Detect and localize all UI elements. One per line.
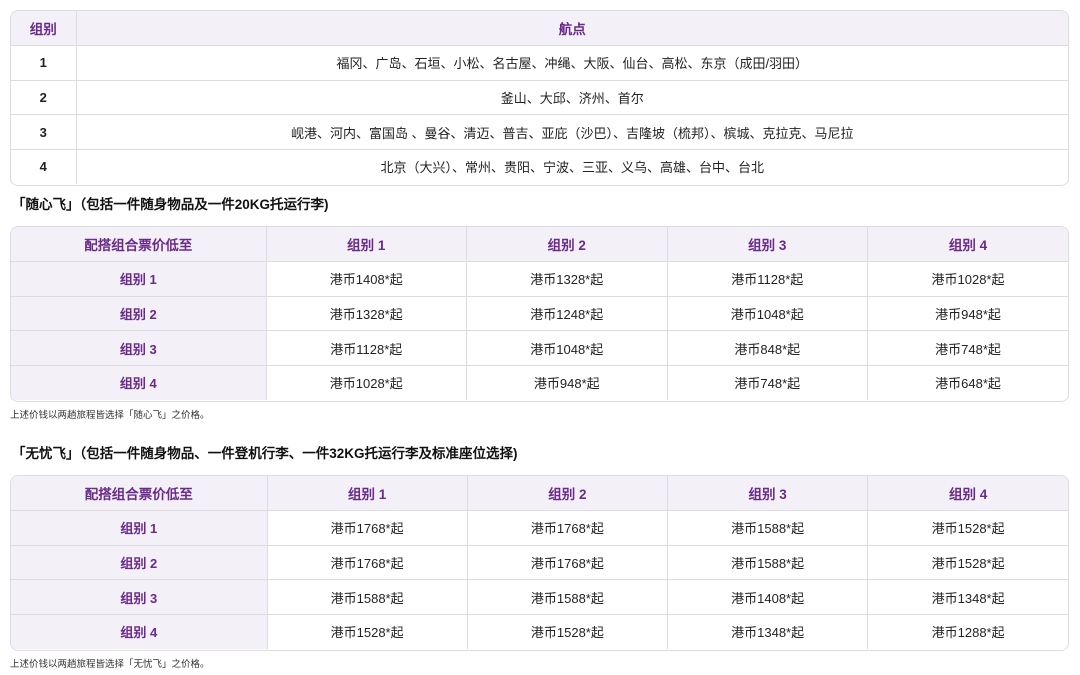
fare-cell: 港币1528*起 bbox=[467, 614, 669, 649]
table-row: 组别 3 港币1588*起 港币1588*起 港币1408*起 港币1348*起 bbox=[11, 579, 1068, 615]
column-header-group-1: 组别 1 bbox=[267, 476, 468, 512]
table-row: 组别 2 港币1328*起 港币1248*起 港币1048*起 港币948*起 bbox=[11, 296, 1068, 332]
fare-corner-header: 配搭组合票价低至 bbox=[11, 476, 268, 512]
column-header-group-3: 组别 3 bbox=[667, 227, 868, 263]
column-header-group-2: 组别 2 bbox=[467, 476, 669, 512]
fare-cell: 港币1128*起 bbox=[266, 330, 467, 366]
fare1-table: 配搭组合票价低至 组别 1 组别 2 组别 3 组别 4 组别 1 港币1408… bbox=[10, 226, 1069, 402]
group-destinations: 福冈、广岛、石垣、小松、名古屋、冲绳、大阪、仙台、高松、东京（成田/羽田） bbox=[76, 45, 1068, 81]
fare-cell: 港币1528*起 bbox=[867, 510, 1068, 546]
fare1-note: 上述价钱以两趟旅程皆选择「随心飞」之价格。 bbox=[10, 410, 210, 421]
table-row: 组别 3 港币1128*起 港币1048*起 港币848*起 港币748*起 bbox=[11, 330, 1068, 366]
fare-cell: 港币1028*起 bbox=[266, 365, 467, 400]
table-row: 组别 1 港币1408*起 港币1328*起 港币1128*起 港币1028*起 bbox=[11, 261, 1068, 297]
fare-cell: 港币1028*起 bbox=[867, 261, 1068, 297]
fare-cell: 港币1408*起 bbox=[667, 579, 869, 615]
fare-cell: 港币1048*起 bbox=[466, 330, 668, 366]
fare-cell: 港币1588*起 bbox=[267, 579, 468, 615]
table-row: 组别 1 港币1768*起 港币1768*起 港币1588*起 港币1528*起 bbox=[11, 510, 1068, 546]
fare-cell: 港币1768*起 bbox=[467, 510, 669, 546]
column-header-group-4: 组别 4 bbox=[867, 476, 1068, 512]
fare-cell: 港币1528*起 bbox=[867, 545, 1068, 581]
fare-cell: 港币1768*起 bbox=[267, 545, 468, 581]
table-row: 组别 4 港币1528*起 港币1528*起 港币1348*起 港币1288*起 bbox=[11, 614, 1068, 649]
fare-cell: 港币748*起 bbox=[867, 330, 1068, 366]
group-number: 4 bbox=[11, 149, 77, 184]
fare-cell: 港币1768*起 bbox=[467, 545, 669, 581]
fare-cell: 港币1288*起 bbox=[931, 625, 1005, 641]
fare-cell: 港币1048*起 bbox=[667, 296, 868, 332]
table-row: 组别 2 港币1768*起 港币1768*起 港币1588*起 港币1528*起 bbox=[11, 545, 1068, 581]
row-header: 组别 1 bbox=[11, 261, 267, 297]
fare-cell: 港币1328*起 bbox=[466, 261, 668, 297]
fare-cell: 港币1588*起 bbox=[667, 545, 869, 581]
fare-cell: 港币1348*起 bbox=[867, 579, 1068, 615]
fare-cell: 港币1588*起 bbox=[667, 510, 869, 546]
table-row: 4 北京（大兴）、常州、贵阳、宁波、三亚、义乌、高雄、台中、台北 bbox=[11, 149, 1068, 184]
group-destinations: 北京（大兴）、常州、贵阳、宁波、三亚、义乌、高雄、台中、台北 bbox=[380, 160, 764, 176]
destination-groups-table: 组别 航点 1 福冈、广岛、石垣、小松、名古屋、冲绳、大阪、仙台、高松、东京（成… bbox=[10, 10, 1069, 186]
fare-cell: 港币1588*起 bbox=[467, 579, 669, 615]
row-header: 组别 3 bbox=[11, 330, 267, 366]
row-header: 组别 2 bbox=[11, 296, 267, 332]
column-header-group-3: 组别 3 bbox=[667, 476, 869, 512]
group-number: 1 bbox=[11, 45, 77, 81]
group-number: 2 bbox=[11, 80, 77, 116]
group-number: 3 bbox=[11, 114, 77, 150]
group-destinations: 釜山、大邱、济州、首尔 bbox=[76, 80, 1068, 116]
fare-cell: 港币1128*起 bbox=[667, 261, 868, 297]
fare-cell: 港币1348*起 bbox=[667, 614, 869, 649]
fare-cell: 港币1328*起 bbox=[266, 296, 467, 332]
row-header: 组别 4 bbox=[11, 614, 268, 649]
fare-cell: 港币1248*起 bbox=[466, 296, 668, 332]
column-header-group-4: 组别 4 bbox=[867, 227, 1068, 263]
table-row: 1 福冈、广岛、石垣、小松、名古屋、冲绳、大阪、仙台、高松、东京（成田/羽田） bbox=[11, 45, 1068, 81]
fare-cell: 港币1408*起 bbox=[266, 261, 467, 297]
table-header-row: 配搭组合票价低至 组别 1 组别 2 组别 3 组别 4 bbox=[11, 476, 1068, 512]
fare-cell: 港币748*起 bbox=[667, 365, 868, 400]
row-header: 组别 3 bbox=[11, 579, 268, 615]
fare-cell: 港币648*起 bbox=[935, 376, 1001, 392]
table-header-row: 组别 航点 bbox=[11, 11, 1068, 47]
group-destinations: 岘港、河内、富国岛 、曼谷、清迈、普吉、亚庇（沙巴）、吉隆坡（梳邦）、槟城、克拉… bbox=[76, 114, 1068, 150]
fare-cell: 港币948*起 bbox=[466, 365, 668, 400]
fare2-heading: 「无忧飞」（包括一件随身物品、一件登机行李、一件32KG托运行李及标准座位选择) bbox=[12, 446, 518, 461]
table-row: 3 岘港、河内、富国岛 、曼谷、清迈、普吉、亚庇（沙巴）、吉隆坡（梳邦）、槟城、… bbox=[11, 114, 1068, 150]
fare-cell: 港币1528*起 bbox=[267, 614, 468, 649]
row-header: 组别 1 bbox=[11, 510, 268, 546]
fare-cell: 港币948*起 bbox=[867, 296, 1068, 332]
fare1-heading: 「随心飞」（包括一件随身物品及一件20KG托运行李) bbox=[12, 197, 329, 212]
fare2-note: 上述价钱以两趟旅程皆选择「无忧飞」之价格。 bbox=[10, 659, 210, 670]
column-header-group-2: 组别 2 bbox=[466, 227, 668, 263]
fare-corner-header: 配搭组合票价低至 bbox=[11, 227, 267, 263]
destinations-column-header: 航点 bbox=[76, 11, 1068, 47]
table-row: 组别 4 港币1028*起 港币948*起 港币748*起 港币648*起 bbox=[11, 365, 1068, 400]
table-row: 2 釜山、大邱、济州、首尔 bbox=[11, 80, 1068, 116]
fare2-table: 配搭组合票价低至 组别 1 组别 2 组别 3 组别 4 组别 1 港币1768… bbox=[10, 475, 1069, 651]
fare-cell: 港币1768*起 bbox=[267, 510, 468, 546]
row-header: 组别 2 bbox=[11, 545, 268, 581]
column-header-group-1: 组别 1 bbox=[266, 227, 467, 263]
table-header-row: 配搭组合票价低至 组别 1 组别 2 组别 3 组别 4 bbox=[11, 227, 1068, 263]
row-header: 组别 4 bbox=[11, 365, 267, 400]
group-column-header: 组别 bbox=[11, 11, 77, 47]
fare-cell: 港币848*起 bbox=[667, 330, 868, 366]
